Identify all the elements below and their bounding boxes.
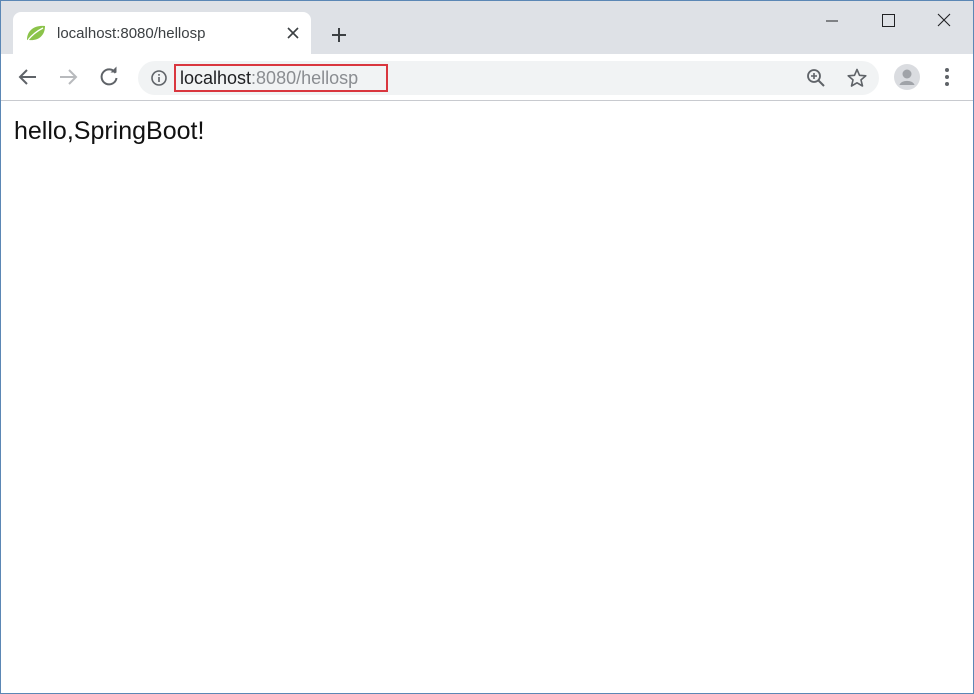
zoom-in-icon[interactable] — [806, 68, 826, 88]
spring-leaf-icon — [25, 24, 47, 42]
arrow-left-icon[interactable] — [15, 64, 41, 90]
minimize-icon[interactable] — [809, 7, 855, 35]
url-text[interactable]: localhost:8080/hellosp — [180, 67, 358, 89]
info-icon[interactable] — [150, 69, 168, 87]
maximize-icon[interactable] — [865, 7, 911, 35]
address-bar[interactable]: localhost:8080/hellosp — [138, 61, 879, 95]
browser-window: localhost:8080/hellosp localhost:8080/he… — [0, 0, 974, 694]
arrow-right-icon[interactable] — [55, 64, 81, 90]
url-path: :8080/hellosp — [251, 68, 359, 88]
tab-active[interactable]: localhost:8080/hellosp — [13, 12, 311, 54]
reload-icon[interactable] — [96, 64, 122, 90]
page-content: hello,SpringBoot! — [1, 101, 973, 693]
url-host: localhost — [180, 68, 252, 88]
kebab-menu-icon[interactable] — [937, 66, 957, 88]
title-bar: localhost:8080/hellosp — [1, 1, 973, 54]
plus-icon[interactable] — [327, 23, 351, 47]
avatar-icon[interactable] — [894, 64, 920, 90]
page-body-text: hello,SpringBoot! — [14, 117, 205, 145]
close-icon[interactable] — [283, 23, 303, 43]
close-window-icon[interactable] — [921, 7, 967, 35]
tab-title: localhost:8080/hellosp — [57, 25, 206, 42]
star-icon[interactable] — [846, 67, 868, 89]
toolbar: localhost:8080/hellosp — [1, 54, 973, 101]
